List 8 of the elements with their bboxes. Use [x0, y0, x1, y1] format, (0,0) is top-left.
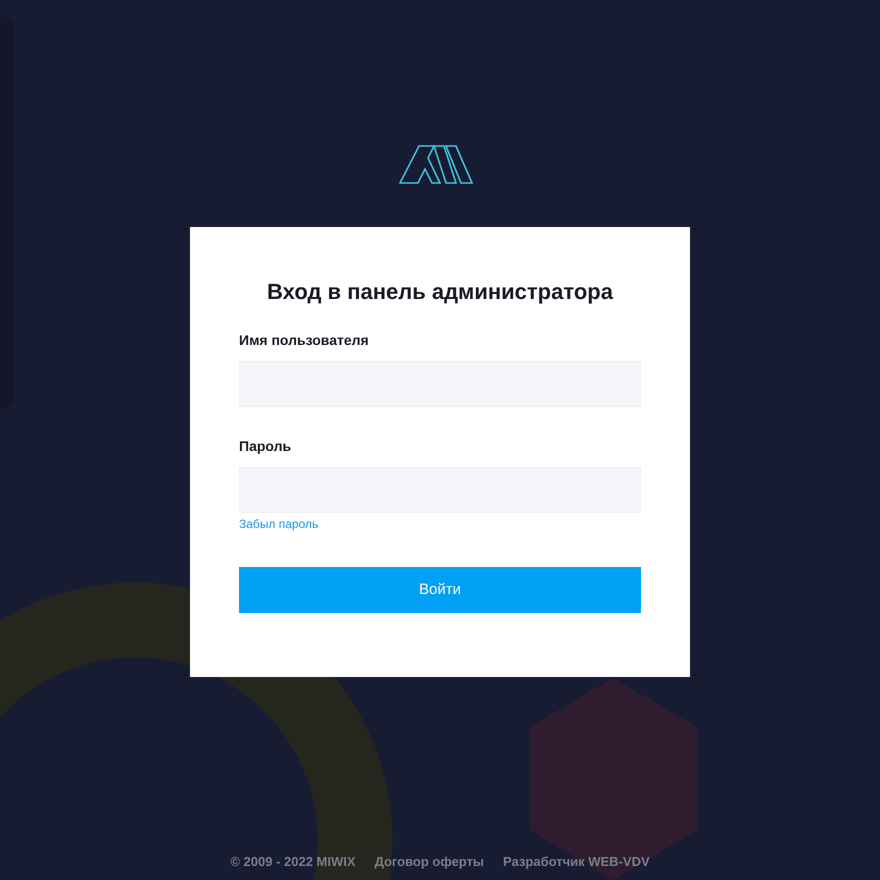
login-title: Вход в панель администратора: [266, 278, 614, 306]
login-button[interactable]: Войти: [239, 567, 641, 613]
forgot-password-link[interactable]: Забыл пароль: [239, 515, 318, 533]
field-label: Имя пользователя: [239, 331, 370, 350]
footer-link[interactable]: Разработчик WEB-VDV: [503, 852, 650, 871]
field-label: Пароль: [239, 437, 292, 456]
copyright-text: © 2009 - 2022 MIWIX: [230, 852, 356, 870]
footer-link[interactable]: Договор оферты: [374, 852, 484, 871]
